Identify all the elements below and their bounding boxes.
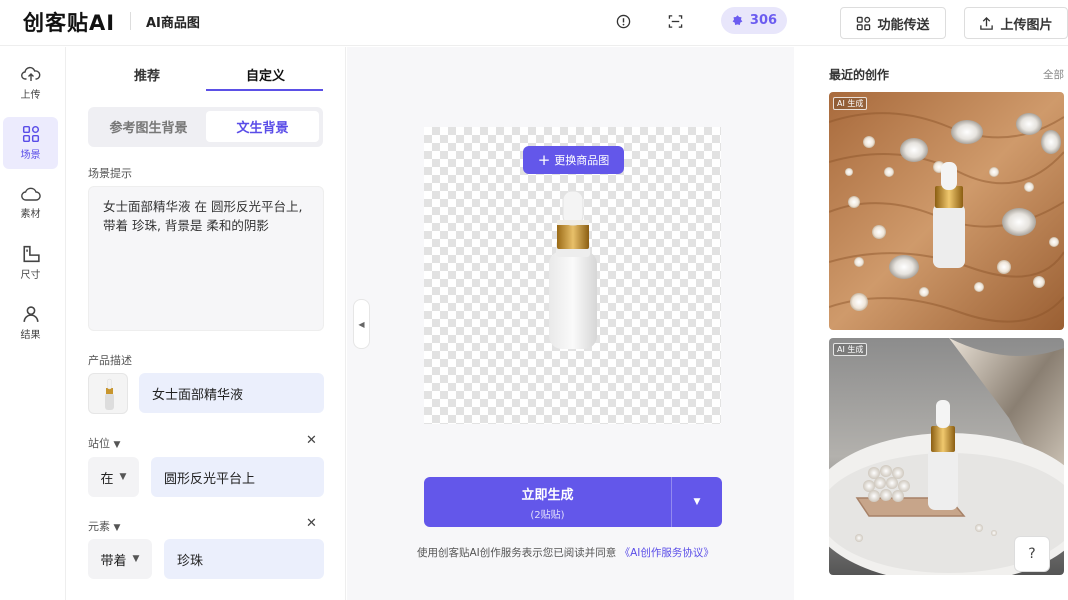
ai-generated-tag: AI 生成: [833, 97, 868, 110]
element-select[interactable]: 带着 ▼: [88, 539, 152, 579]
sidebar-label-material: 素材: [20, 209, 41, 220]
replace-product-label: 更换商品图: [554, 154, 610, 167]
settings-panel: 推荐 自定义 参考图生背景 文生背景 场景提示 女士面部精华液 在 圆形反光平台…: [67, 47, 346, 600]
sidebar-label-upload: 上传: [20, 90, 41, 101]
product-description-label: 产品描述: [88, 354, 132, 367]
generate-cost: (2贴贴): [530, 509, 565, 521]
cloud-icon: [20, 187, 41, 201]
generate-button[interactable]: 立即生成 (2贴贴): [424, 477, 671, 527]
close-element-icon[interactable]: ✕: [306, 516, 317, 531]
scene-prompt-label: 场景提示: [88, 167, 132, 180]
feature-transfer-button[interactable]: 功能传送: [840, 7, 946, 39]
caret-down-icon: ▼: [113, 523, 121, 533]
upload-image-button[interactable]: 上传图片: [964, 7, 1068, 39]
product-thumbnail[interactable]: [88, 373, 128, 414]
segment-text-background[interactable]: 文生背景: [206, 111, 319, 142]
sidebar-label-scene: 场景: [20, 150, 41, 161]
sidebar-item-scene[interactable]: 场景: [3, 117, 58, 169]
recent-creations-panel: 最近的创作 全部 AI 生成 AI 生成 ?: [794, 47, 1068, 600]
plus-icon: +: [537, 150, 551, 169]
close-position-icon[interactable]: ✕: [306, 433, 317, 448]
scene-prompt-input[interactable]: 女士面部精华液 在 圆形反光平台上, 带着 珍珠, 背景是 柔和的阴影: [88, 186, 324, 331]
terms-link[interactable]: 《AI创作服务协议》: [620, 547, 714, 559]
help-button[interactable]: ?: [1014, 536, 1050, 572]
credit-coin-icon: [732, 15, 743, 25]
position-select-value: 在: [100, 471, 114, 487]
upload-cloud-icon: [20, 66, 40, 81]
info-icon[interactable]: [614, 12, 632, 30]
position-label: 站位 ▼: [88, 435, 120, 451]
caret-down-icon: ▼: [113, 440, 121, 450]
upload-icon: [980, 16, 994, 30]
active-tab-indicator: [206, 89, 323, 91]
recent-image-1[interactable]: AI 生成: [829, 92, 1064, 330]
element-input[interactable]: 珍珠: [164, 539, 324, 579]
sidebar-label-result: 结果: [20, 330, 41, 341]
caret-down-icon: ▼: [132, 554, 140, 564]
grid-icon: [22, 125, 39, 143]
feature-transfer-label: 功能传送: [877, 17, 930, 33]
position-select[interactable]: 在 ▼: [88, 457, 139, 497]
recent-title: 最近的创作: [829, 68, 890, 82]
top-bar: 创客贴AI AI商品图 306 功能传送 上传图片: [0, 0, 1068, 46]
position-input[interactable]: 圆形反光平台上: [151, 457, 324, 497]
scan-icon[interactable]: [666, 12, 684, 30]
segment-reference-background[interactable]: 参考图生背景: [92, 111, 205, 142]
generate-label: 立即生成: [521, 487, 574, 503]
upload-image-label: 上传图片: [1000, 17, 1053, 33]
left-sidebar: 上传 场景 素材 尺寸 结果: [0, 47, 66, 600]
ai-generated-tag: AI 生成: [833, 343, 868, 356]
page-title: AI商品图: [146, 16, 200, 31]
grid-icon: [857, 16, 871, 30]
view-all-link[interactable]: 全部: [1043, 67, 1064, 82]
sidebar-item-upload[interactable]: 上传: [3, 57, 58, 109]
caret-down-icon: ▼: [693, 497, 701, 507]
collapse-panel-handle[interactable]: ◀: [353, 299, 370, 349]
header-divider: [130, 12, 131, 30]
sidebar-item-material[interactable]: 素材: [3, 177, 58, 229]
background-mode-switch: 参考图生背景 文生背景: [88, 107, 323, 147]
credits-badge[interactable]: 306: [721, 7, 787, 34]
tab-recommended[interactable]: 推荐: [134, 65, 160, 84]
serum-bottle-icon: [105, 378, 114, 410]
caret-down-icon: ▼: [119, 472, 127, 482]
position-label-text: 站位: [88, 437, 110, 450]
canvas-area: ◀ + 更换商品图 立即生成 (2贴贴) ▼ 使用创客贴AI创作服务表示您已阅读…: [347, 47, 794, 600]
sidebar-label-size: 尺寸: [20, 270, 41, 281]
element-label-text: 元素: [88, 520, 110, 533]
terms-notice: 使用创客贴AI创作服务表示您已阅读并同意 《AI创作服务协议》: [417, 545, 714, 560]
sidebar-item-result[interactable]: 结果: [3, 297, 58, 349]
size-icon: [22, 245, 40, 263]
sidebar-item-size[interactable]: 尺寸: [3, 237, 58, 289]
app-logo[interactable]: 创客贴AI: [23, 7, 115, 37]
credits-count: 306: [749, 13, 778, 28]
replace-product-button[interactable]: + 更换商品图: [523, 146, 624, 174]
pearl-serum-wood-image: [829, 92, 1064, 330]
element-select-value: 带着: [100, 553, 127, 569]
generate-button-group: 立即生成 (2贴贴) ▼: [424, 477, 722, 527]
user-icon: [22, 306, 39, 322]
product-description-input[interactable]: 女士面部精华液: [139, 373, 324, 413]
element-label: 元素 ▼: [88, 518, 120, 534]
generate-options-button[interactable]: ▼: [671, 477, 722, 527]
terms-text: 使用创客贴AI创作服务表示您已阅读并同意: [417, 547, 617, 559]
tab-custom[interactable]: 自定义: [246, 65, 285, 84]
